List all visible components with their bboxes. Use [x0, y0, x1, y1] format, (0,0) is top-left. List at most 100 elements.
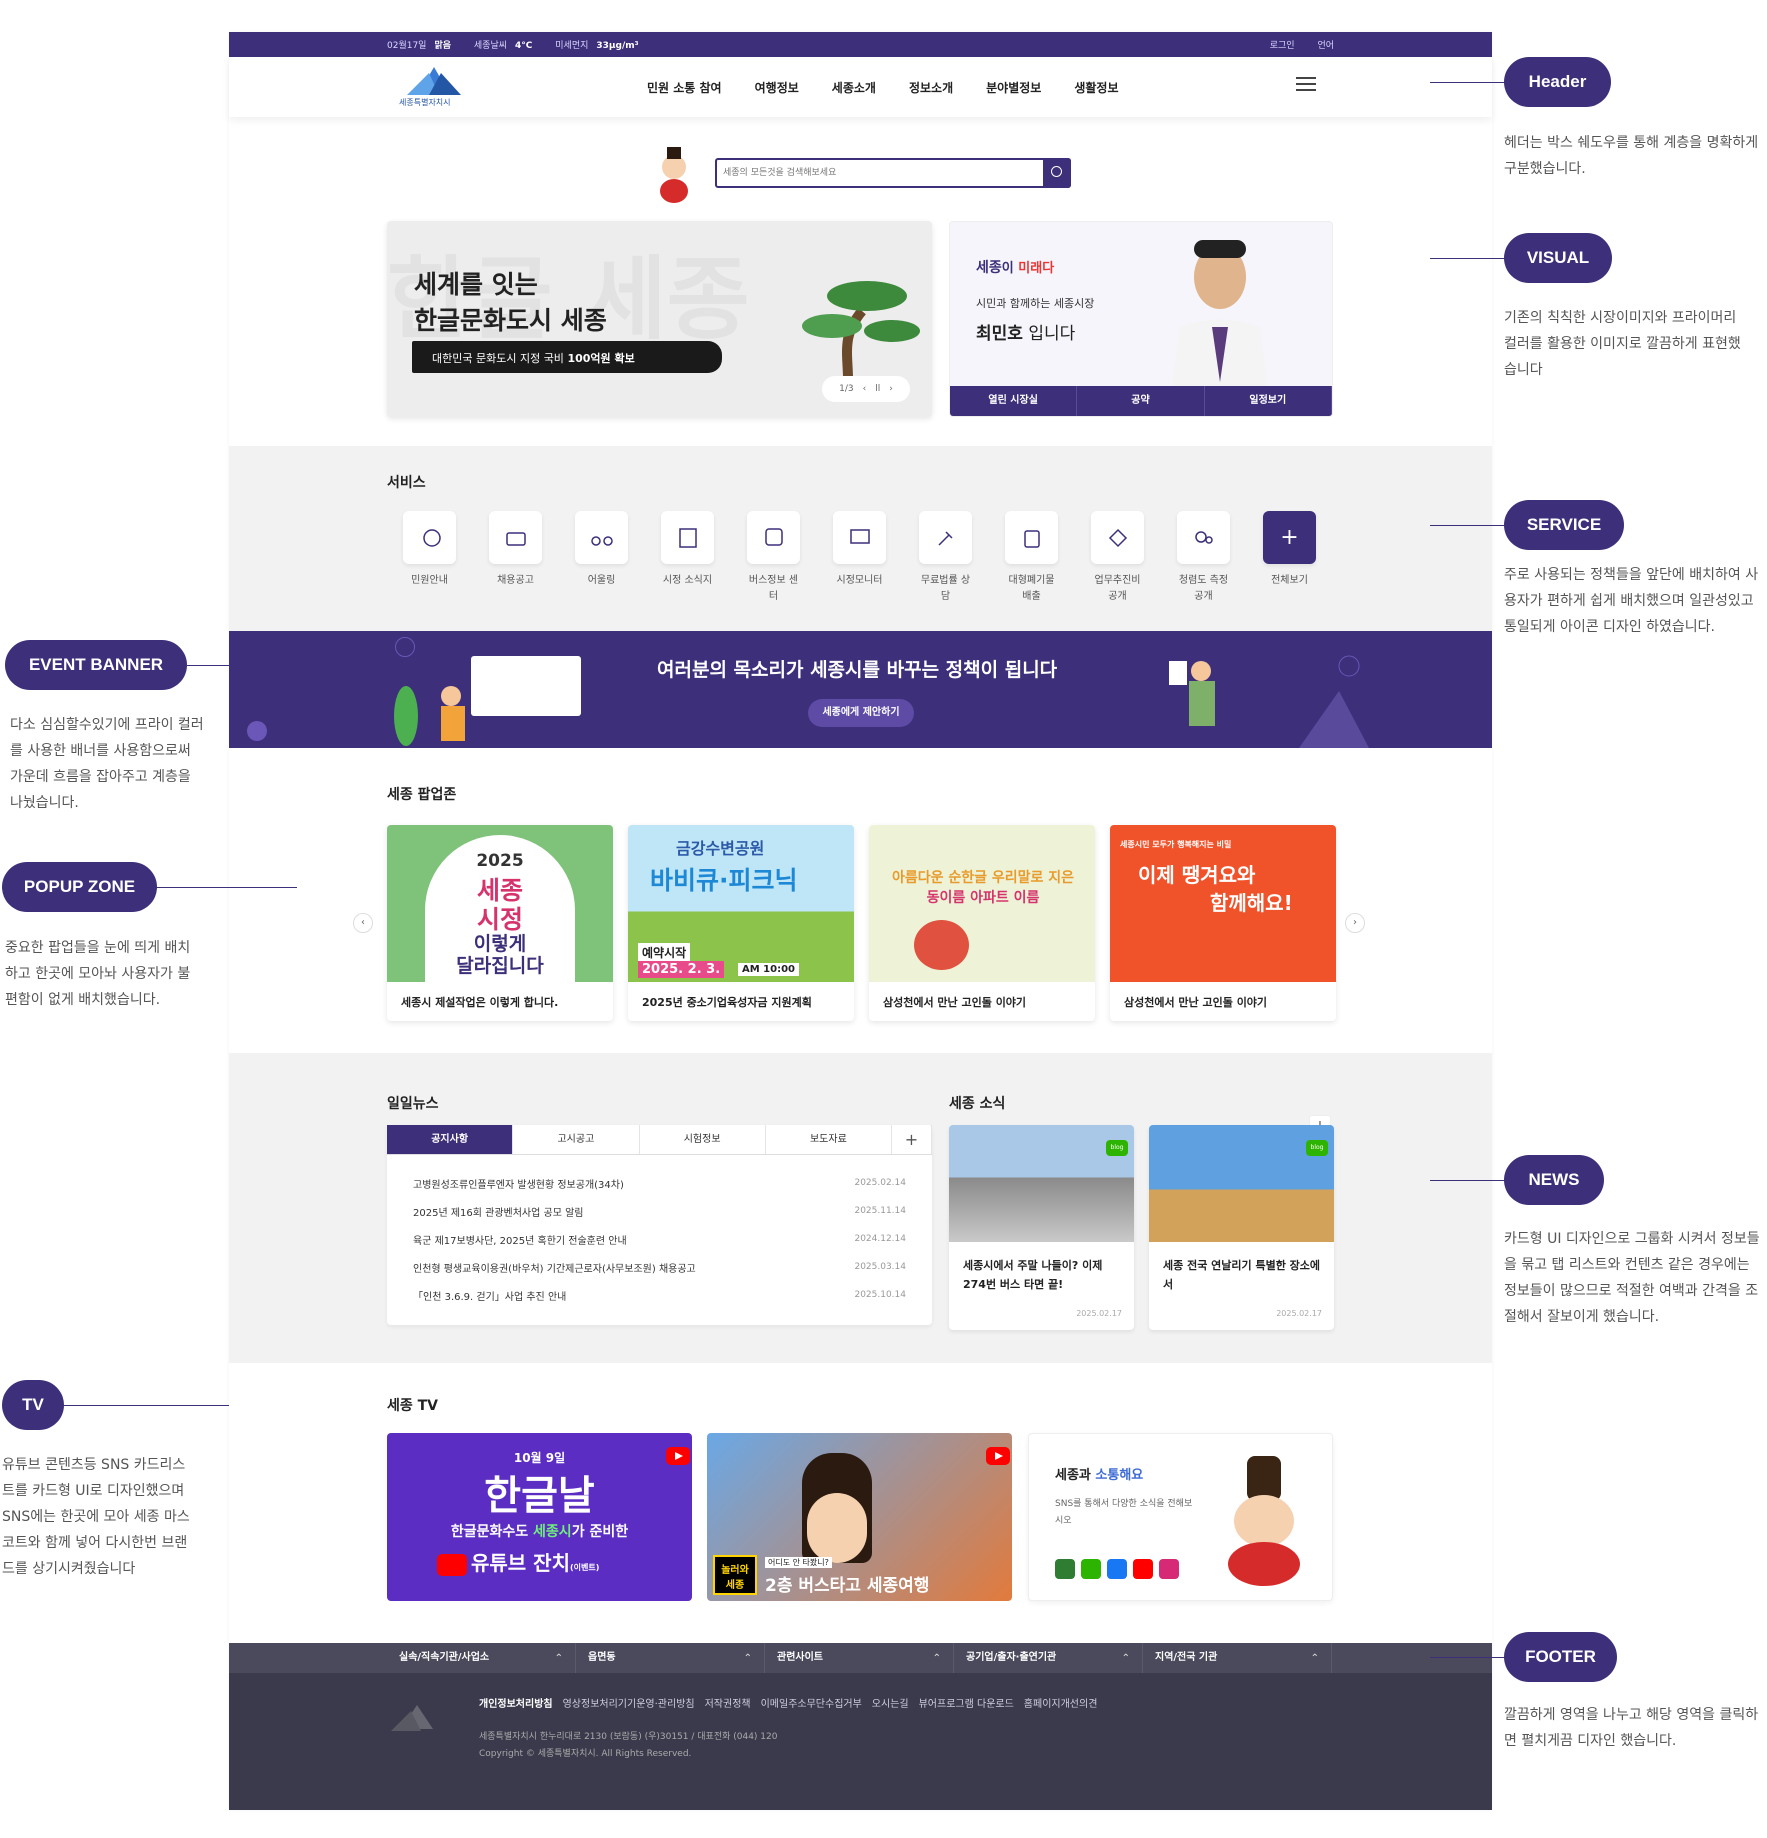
nav-about[interactable]: 세종소개 [832, 79, 876, 96]
annotation-popup: POPUP ZONE [2, 862, 157, 912]
popup-card[interactable]: 세종시민 모두가 행복해지는 비밀 이제 땡겨요와 함께해요! 삼성천에서 만난… [1110, 825, 1336, 1021]
popup-next-icon[interactable]: › [1345, 913, 1365, 933]
service-item[interactable]: 무료법률 상담 [919, 511, 972, 605]
popup-image: 아름다운 순한글 우리말로 지은 동이름 아파트 이름 [869, 825, 1095, 982]
connector-line [157, 887, 297, 888]
instagram-icon[interactable] [1159, 1559, 1179, 1579]
mayor-card[interactable]: 세종이 미래다 시민과 함께하는 세종시장 최민호 입니다 열린 시장실 공약 … [949, 221, 1333, 417]
mayor-slogan: 세종이 미래다 [976, 260, 1055, 276]
nav-civil[interactable]: 민원 소통 참여 [647, 79, 722, 96]
nav-life[interactable]: 생활정보 [1074, 79, 1118, 96]
prev-icon[interactable]: ‹ [863, 384, 867, 394]
popup-card[interactable]: 아름다운 순한글 우리말로 지은 동이름 아파트 이름 삼성천에서 만난 고인돌… [869, 825, 1095, 1021]
tab-pledges[interactable]: 공약 [1077, 386, 1205, 416]
sns-icons [1055, 1559, 1179, 1579]
service-item[interactable]: 버스정보 센터 [747, 511, 800, 605]
service-item[interactable]: 채용공고 [489, 511, 542, 605]
popup-image: 2025 세종 시정 이렇게 달라집니다 [387, 825, 613, 982]
nav-field[interactable]: 분야별정보 [986, 79, 1041, 96]
news-row[interactable]: 고병원성조류인플루엔자 발생현황 정보공개(34차) 2025.02.14 [413, 1169, 906, 1197]
slider-controls: 1/3 ‹ ll › [822, 376, 910, 402]
tv-card[interactable]: 10월 9일 한글날 한글문화수도 세종시가 준비한 유튜브 잔치(이벤트) [387, 1433, 692, 1601]
annotation-visual: VISUAL [1504, 233, 1612, 283]
blog-icon: blog [1306, 1140, 1328, 1156]
band-icon[interactable] [1055, 1559, 1075, 1579]
annotation-footer: FOOTER [1504, 1632, 1617, 1682]
news-row[interactable]: 육군 제17보병사단, 2025년 혹한기 전술훈련 안내 2024.12.14 [413, 1225, 906, 1253]
youtube-icon[interactable] [1133, 1559, 1153, 1579]
tab-press[interactable]: 보도자료 [766, 1125, 892, 1154]
footer-link[interactable]: 이메일주소무단수집거부 [761, 1695, 862, 1710]
next-icon[interactable]: › [889, 384, 893, 394]
monitor-icon [833, 511, 886, 564]
service-item[interactable]: 대형폐기물 배출 [1005, 511, 1058, 605]
nav-travel[interactable]: 여행정보 [755, 79, 799, 96]
connector-line [1430, 258, 1505, 259]
news-row[interactable]: 「인천 3.6.9. 걷기」사업 추진 안내 2025.10.14 [413, 1281, 906, 1309]
news-row[interactable]: 인천형 평생교육이용권(바우처) 기간제근로자(사무보조원) 채용공고 2025.… [413, 1253, 906, 1281]
connector-line [1430, 525, 1505, 526]
tab-schedule[interactable]: 일정보기 [1205, 386, 1332, 416]
service-item-all[interactable]: + 전체보기 [1263, 511, 1316, 605]
footer-link[interactable]: 홈페이지개선의견 [1024, 1695, 1098, 1710]
connector-line [64, 1405, 229, 1406]
sejong-news-title: 세종 소식 [949, 1096, 1006, 1112]
nav-info[interactable]: 정보소개 [909, 79, 953, 96]
footer-link[interactable]: 뷰어프로그램 다운로드 [919, 1695, 1014, 1710]
popup-card[interactable]: 금강수변공원 바비큐·피크닉 예약시작 2025. 2. 3. AM 10:00… [628, 825, 854, 1021]
service-item[interactable]: 업무추진비 공개 [1091, 511, 1144, 605]
facebook-icon[interactable] [1107, 1559, 1127, 1579]
footer-link[interactable]: 개인정보처리방침 [479, 1695, 553, 1710]
service-item[interactable]: 시정 소식지 [661, 511, 714, 605]
search-input[interactable] [717, 160, 1037, 186]
tv-title: 세종 TV [387, 1398, 439, 1414]
news-more-icon[interactable]: + [892, 1125, 932, 1154]
connector-line [1430, 82, 1505, 83]
news-tabs: 공지사항 고시공고 시험정보 보도자료 + [387, 1125, 932, 1155]
service-item[interactable]: 어울링 [575, 511, 628, 605]
logo-text: 세종특별자치시 [399, 98, 451, 107]
tab-notice[interactable]: 공지사항 [387, 1125, 514, 1154]
footer-group-agencies[interactable]: 실속/직속기관/사업소 [387, 1643, 576, 1674]
footer-links: 개인정보처리방침 영상정보처리기기운영·관리방침 저작권정책 이메일주소무단수집… [479, 1695, 1097, 1710]
footer-group-regional[interactable]: 지역/전국 기관 [1143, 1643, 1332, 1674]
pause-icon[interactable]: ll [875, 384, 880, 394]
search-icon[interactable] [1043, 158, 1071, 188]
news-card[interactable]: blog 세종시에서 주말 나들이? 이제 274번 버스 타면 끝! 2025… [949, 1125, 1134, 1330]
service-section: 서비스 민원안내 채용공고 어울링 시정 소식지 버스정보 센터 시정모니터 무… [229, 446, 1492, 631]
event-banner[interactable]: 여러분의 목소리가 세종시를 바꾸는 정책이 됩니다 세종에게 제안하기 [229, 631, 1492, 748]
briefcase-icon [489, 511, 542, 564]
footer-link[interactable]: 오시는길 [872, 1695, 909, 1710]
recycle-icon [1005, 511, 1058, 564]
service-item[interactable]: 시정모니터 [833, 511, 886, 605]
hamburger-icon[interactable] [1296, 77, 1316, 93]
news-card[interactable]: blog 세종 전국 연날리기 특별한 장소에서 2025.02.17 [1149, 1125, 1334, 1330]
popup-prev-icon[interactable]: ‹ [353, 913, 373, 933]
speech-icon [403, 511, 456, 564]
propose-button[interactable]: 세종에게 제안하기 [808, 699, 914, 727]
service-item[interactable]: 민원안내 [403, 511, 456, 605]
footer-group-sites[interactable]: 관련사이트 [765, 1643, 954, 1674]
tab-mayor-office[interactable]: 열린 시장실 [950, 386, 1078, 416]
tab-announcement[interactable]: 고시공고 [513, 1125, 640, 1154]
mascot-image [1228, 1456, 1300, 1586]
service-item[interactable]: 청렴도 측정 공개 [1177, 511, 1230, 605]
footer-group-public[interactable]: 공기업/출자·출연기관 [954, 1643, 1143, 1674]
plus-icon: + [1263, 511, 1316, 564]
weather-info: 세종날씨 4°C [473, 41, 533, 51]
news-row[interactable]: 2025년 제16회 관광벤처사업 공모 알림 2025.11.14 [413, 1197, 906, 1225]
tv-card[interactable]: 놀러와 세종 어디도 안 타봤니? 2층 버스타고 세종여행 [707, 1433, 1012, 1601]
footer-link[interactable]: 저작권정책 [705, 1695, 751, 1710]
blog-icon[interactable] [1081, 1559, 1101, 1579]
footer-group-towns[interactable]: 읍면동 [576, 1643, 765, 1674]
tab-exam[interactable]: 시험정보 [640, 1125, 766, 1154]
connector-line [1430, 1657, 1505, 1658]
annotation-news: NEWS [1504, 1155, 1604, 1205]
login-link[interactable]: 로그인 [1270, 41, 1295, 51]
sns-title: 세종과 소통해요 [1055, 1468, 1144, 1483]
hero-banner[interactable]: 한글 세종 세계를 잇는 한글문화도시 세종 대한민국 문화도시 지정 국비 10… [387, 221, 932, 417]
popup-card[interactable]: 2025 세종 시정 이렇게 달라집니다 세종시 제설작업은 이렇게 합니다. [387, 825, 613, 1021]
language-link[interactable]: 언어 [1317, 41, 1334, 51]
footer-link[interactable]: 영상정보처리기기운영·관리방침 [563, 1695, 695, 1710]
sejong-logo[interactable]: 세종특별자치시 [399, 63, 469, 111]
